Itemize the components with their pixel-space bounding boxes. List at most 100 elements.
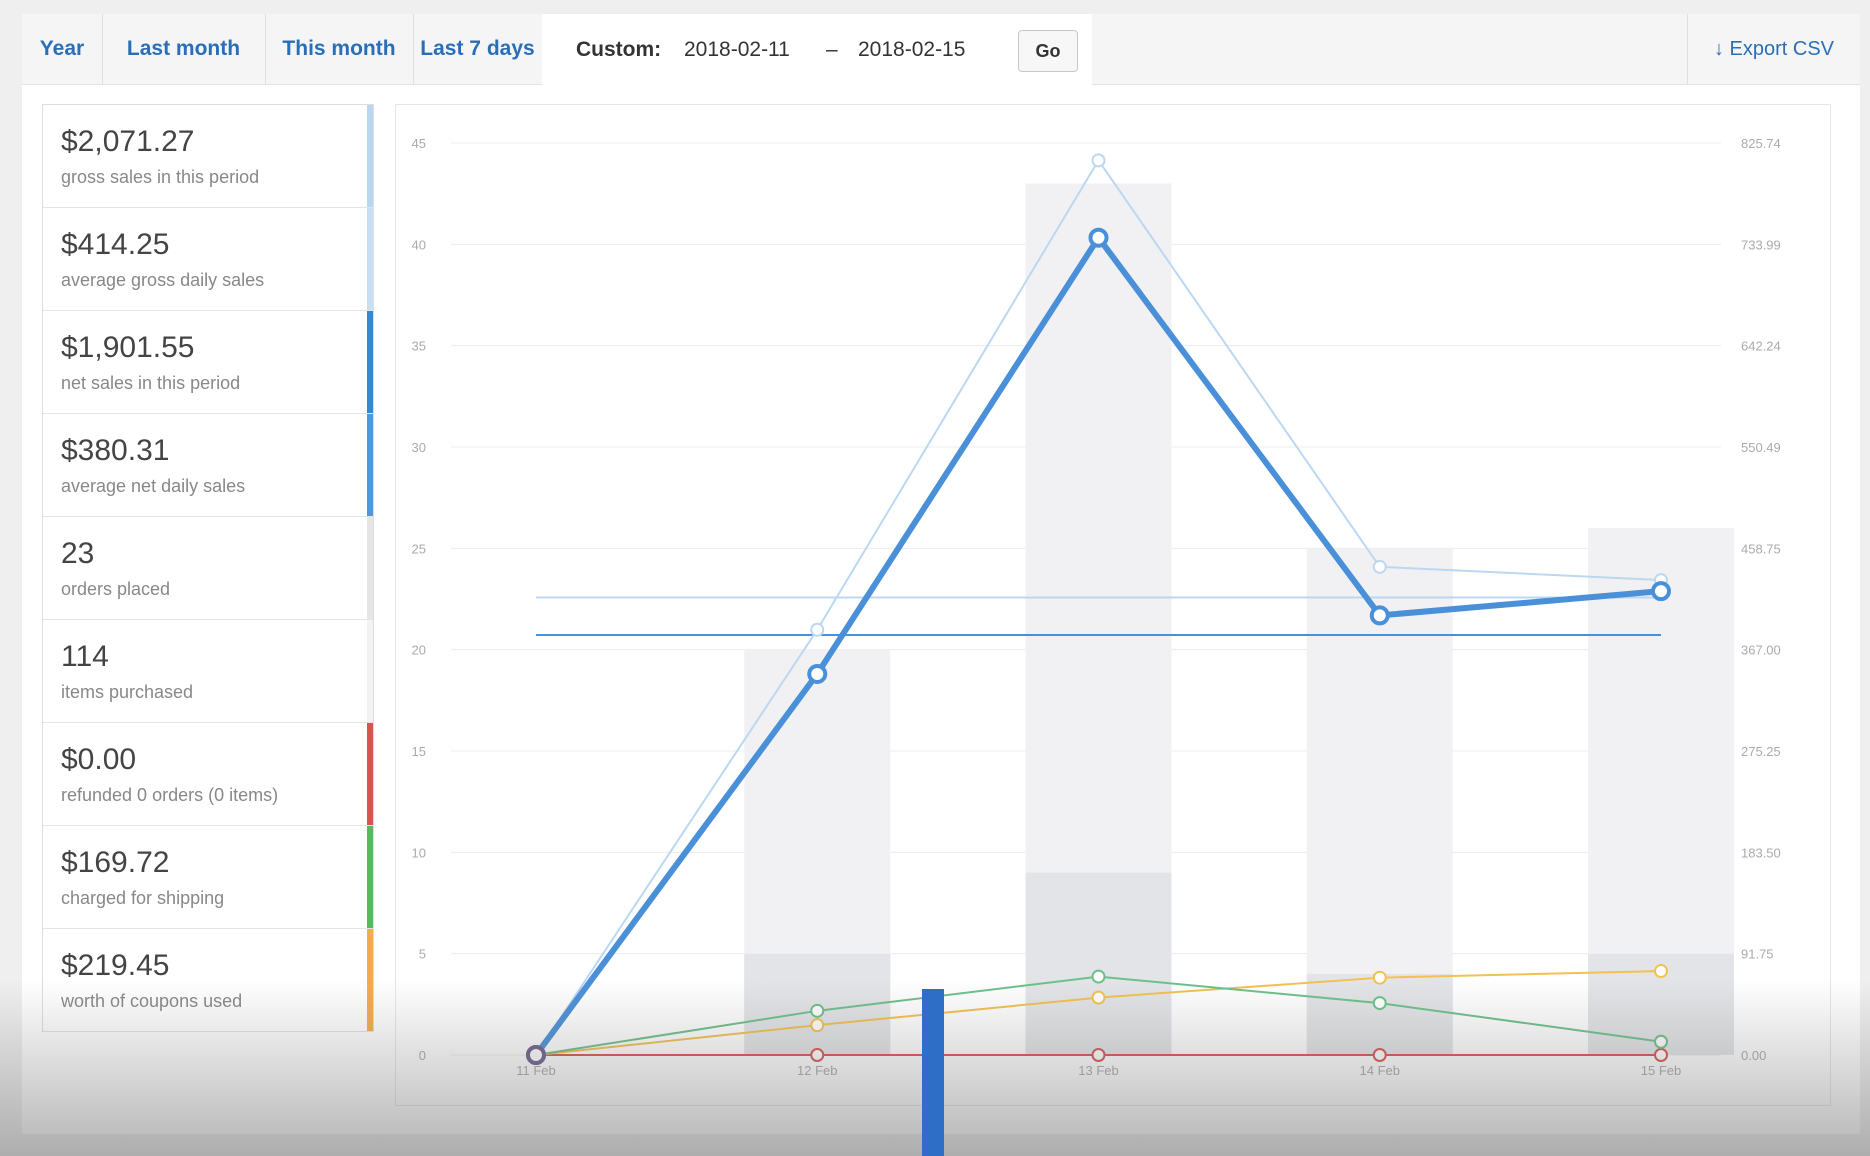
stat-item[interactable]: $2,071.27 gross sales in this period <box>43 105 373 208</box>
data-point <box>1091 1048 1106 1062</box>
stat-description: average net daily sales <box>61 476 246 496</box>
left-tick-label: 25 <box>412 541 426 556</box>
stat-value: $219.45 <box>61 949 170 982</box>
export-csv-label: Export CSV <box>1729 38 1835 60</box>
date-separator: – <box>826 38 838 61</box>
data-point <box>1372 970 1387 985</box>
origin-point <box>526 1045 546 1065</box>
data-point <box>1654 964 1668 979</box>
x-tick-label: 12 Feb <box>797 1063 837 1078</box>
left-tick-label: 30 <box>412 440 426 455</box>
tab-last-month[interactable]: Last month <box>102 14 266 84</box>
right-tick-label: 825.74 <box>1741 136 1781 151</box>
reports-panel: Year Last month This month Last 7 days C… <box>22 14 1860 1134</box>
data-point <box>807 663 828 684</box>
stat-value: $414.25 <box>61 228 170 261</box>
data-point <box>810 622 825 637</box>
left-tick-label: 35 <box>412 339 426 354</box>
data-point <box>810 1018 825 1033</box>
stat-description: net sales in this period <box>61 373 241 393</box>
data-point <box>1091 969 1106 984</box>
right-tick-label: 183.50 <box>1741 845 1781 860</box>
stat-item[interactable]: $1,901.55 net sales in this period <box>43 311 373 414</box>
left-tick-label: 20 <box>412 643 426 658</box>
stat-item[interactable]: $0.00 refunded 0 orders (0 items) <box>43 723 373 826</box>
stat-item[interactable]: 114 items purchased <box>43 620 373 723</box>
left-tick-label: 0 <box>419 1048 426 1063</box>
data-point <box>1651 581 1671 602</box>
chart-svg: 0 5 10 15 20 25 30 35 40 45 0.00 91.75 183.50 275.25 3… <box>412 136 1781 1078</box>
left-tick-label: 10 <box>412 845 426 860</box>
stat-item[interactable]: 23 orders placed <box>43 517 373 620</box>
scrub-handle[interactable] <box>922 989 944 1156</box>
x-tick-label: 14 Feb <box>1360 1063 1400 1078</box>
data-point <box>1088 227 1109 248</box>
stat-color-bar <box>367 826 373 928</box>
right-tick-label: 458.75 <box>1741 541 1781 556</box>
stat-value: 23 <box>61 537 95 570</box>
data-point <box>810 1003 825 1018</box>
stat-description: orders placed <box>61 579 171 599</box>
right-tick-label: 642.24 <box>1741 339 1781 354</box>
bar-orders-placed <box>1306 973 1453 1055</box>
stat-description: charged for shipping <box>61 888 225 908</box>
stat-description: worth of coupons used <box>61 991 243 1011</box>
stat-value: $380.31 <box>61 434 170 467</box>
stat-description: items purchased <box>61 682 194 702</box>
data-point <box>1091 153 1106 168</box>
data-point <box>1372 996 1387 1011</box>
tab-last-7-days[interactable]: Last 7 days <box>413 14 543 84</box>
go-button[interactable]: Go <box>1018 30 1078 72</box>
start-date-field[interactable]: 2018-02-11 <box>684 38 790 62</box>
custom-range: Custom: 2018-02-11 – 2018-02-15 Go <box>542 14 1092 85</box>
stat-value: $0.00 <box>61 743 137 776</box>
right-tick-label: 367.00 <box>1741 643 1781 658</box>
stat-value: $1,901.55 <box>61 331 195 364</box>
stat-value: $2,071.27 <box>61 125 195 158</box>
data-point <box>1654 1034 1668 1049</box>
stat-item[interactable]: $414.25 average gross daily sales <box>43 208 373 311</box>
x-tick-label: 13 Feb <box>1078 1063 1118 1078</box>
data-point <box>1654 1048 1668 1062</box>
end-date-field[interactable]: 2018-02-15 <box>858 38 965 62</box>
data-point <box>1369 605 1390 626</box>
right-tick-label: 733.99 <box>1741 237 1781 252</box>
arrow-down-icon: ↓ <box>1713 38 1724 60</box>
left-tick-label: 45 <box>412 136 426 151</box>
stat-item[interactable]: $169.72 charged for shipping <box>43 826 373 929</box>
stat-color-bar <box>367 414 373 516</box>
stat-description: refunded 0 orders (0 items) <box>61 785 279 805</box>
data-point <box>810 1048 825 1062</box>
tab-year[interactable]: Year <box>22 14 103 84</box>
bar-orders-placed <box>1025 872 1172 1055</box>
stat-description: gross sales in this period <box>61 167 260 187</box>
stat-color-bar <box>367 311 373 413</box>
right-tick-label: 275.25 <box>1741 744 1781 759</box>
stat-color-bar <box>367 929 373 1031</box>
stat-color-bar <box>367 517 373 619</box>
stat-value: $169.72 <box>61 846 170 879</box>
stat-item[interactable]: $380.31 average net daily sales <box>43 414 373 517</box>
stat-item[interactable]: $219.45 worth of coupons used <box>43 929 373 1032</box>
x-tick-label: 11 Feb <box>516 1063 556 1078</box>
stat-description: average gross daily sales <box>61 270 265 290</box>
right-tick-label: 91.75 <box>1741 947 1774 962</box>
stat-color-bar <box>367 620 373 722</box>
stats-sidebar: $2,071.27 gross sales in this period $414.… <box>42 104 374 1032</box>
data-point <box>1091 990 1106 1005</box>
export-csv-button[interactable]: ↓ Export CSV <box>1687 14 1860 84</box>
left-tick-label: 40 <box>412 237 426 252</box>
sales-chart: 0 5 10 15 20 25 30 35 40 45 0.00 91.75 183.50 275.25 3… <box>395 104 1831 1106</box>
data-point <box>1372 1048 1387 1062</box>
x-tick-label: 15 Feb <box>1641 1063 1681 1078</box>
stat-color-bar <box>367 105 373 207</box>
tab-this-month[interactable]: This month <box>265 14 414 84</box>
custom-label: Custom: <box>576 38 662 61</box>
left-tick-label: 5 <box>419 947 426 962</box>
stat-color-bar <box>367 208 373 310</box>
right-tick-label: 550.49 <box>1741 440 1781 455</box>
right-tick-label: 0.00 <box>1741 1048 1766 1063</box>
left-tick-label: 15 <box>412 744 426 759</box>
stat-value: 114 <box>61 640 109 673</box>
data-point <box>1372 559 1387 574</box>
